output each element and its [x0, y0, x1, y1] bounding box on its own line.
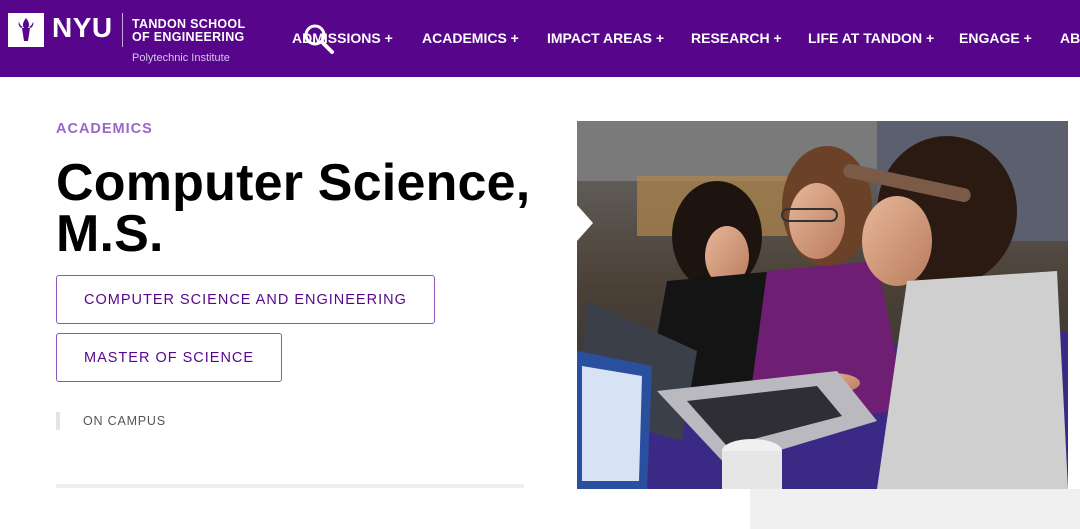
- campus-indicator-bar: [56, 412, 60, 430]
- section-eyebrow[interactable]: ACADEMICS: [56, 121, 153, 137]
- nyu-wordmark[interactable]: NYU: [52, 12, 113, 44]
- nav-impact-areas[interactable]: IMPACT AREAS +: [547, 30, 664, 46]
- hero-photo: [577, 121, 1068, 489]
- search-icon[interactable]: [302, 22, 336, 56]
- school-subtitle: Polytechnic Institute: [132, 52, 230, 64]
- nyu-torch-logo-icon[interactable]: [8, 13, 44, 47]
- tag-computer-science-and-engineering[interactable]: COMPUTER SCIENCE AND ENGINEERING: [56, 275, 435, 324]
- nav-engage[interactable]: ENGAGE +: [959, 30, 1032, 46]
- content-divider: [56, 484, 524, 488]
- nav-academics[interactable]: ACADEMICS +: [422, 30, 519, 46]
- grey-panel: [750, 489, 1080, 529]
- nav-about[interactable]: ABOUT +: [1060, 30, 1080, 46]
- logo-divider: [122, 13, 123, 47]
- site-header: NYU TANDON SCHOOL OF ENGINEERING Polytec…: [0, 0, 1080, 77]
- nav-life-at-tandon[interactable]: LIFE AT TANDON +: [808, 30, 934, 46]
- photo-notch: [577, 205, 593, 241]
- school-name-line2[interactable]: OF ENGINEERING: [132, 30, 245, 44]
- page-title: Computer Science, M.S.: [56, 154, 531, 263]
- tag-master-of-science[interactable]: MASTER OF SCIENCE: [56, 333, 283, 382]
- school-name-line1[interactable]: TANDON SCHOOL: [132, 17, 245, 31]
- campus-label: ON CAMPUS: [83, 414, 166, 428]
- nav-research[interactable]: RESEARCH +: [691, 30, 782, 46]
